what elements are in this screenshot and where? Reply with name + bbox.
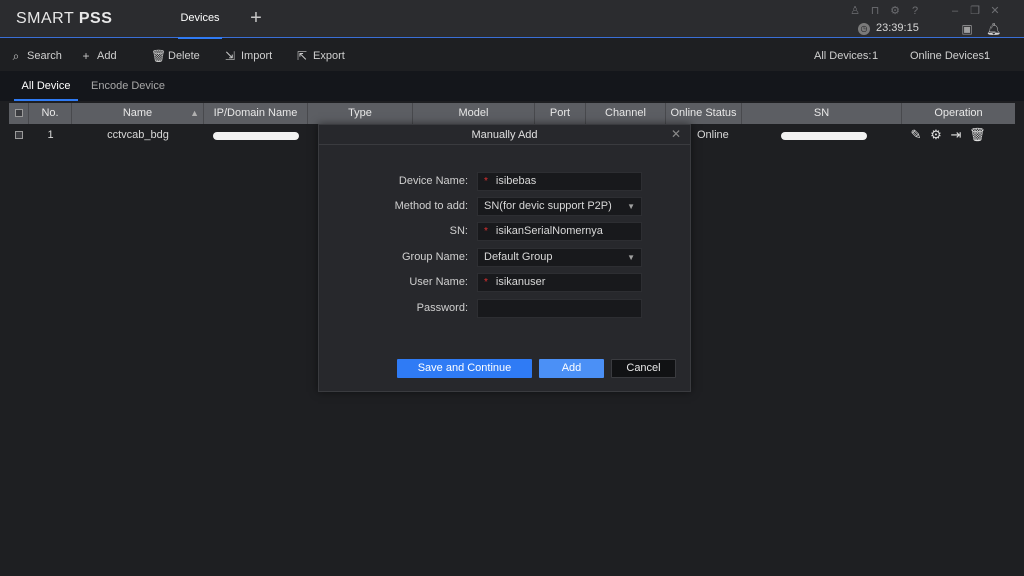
add-button[interactable]: + Add: [80, 48, 116, 64]
password-field[interactable]: [477, 299, 642, 318]
toolbar: ⌕ Search + Add 🗑︎ Delete ⇲ Import ⇱ Expo…: [0, 39, 1024, 71]
bell-icon[interactable]: 🔔︎: [986, 22, 1001, 36]
gear-icon[interactable]: ⚙: [929, 128, 943, 142]
header-select-all[interactable]: [9, 103, 29, 124]
row-no: 1: [47, 129, 54, 141]
add-tab-icon[interactable]: +: [246, 8, 266, 29]
search-button[interactable]: ⌕ Search: [10, 48, 62, 64]
row-status: Online: [697, 129, 729, 141]
header-sn[interactable]: SN: [742, 103, 902, 124]
redacted-ip: [213, 132, 299, 140]
header-model[interactable]: Model: [413, 103, 535, 124]
export-icon: ⇱: [296, 49, 308, 63]
chevron-down-icon: ▼: [627, 202, 635, 211]
app-logo: SMART PSS: [16, 10, 113, 27]
required-mark: *: [484, 277, 488, 288]
import-icon: ⇲: [224, 49, 236, 63]
password-label: Password:: [416, 302, 468, 314]
import-button[interactable]: ⇲ Import: [224, 48, 272, 64]
chip-icon[interactable]: ▣: [960, 22, 974, 36]
device-name-field[interactable]: * isibebas: [477, 172, 642, 191]
plus-icon: +: [82, 49, 90, 63]
online-devices-count: 1: [984, 50, 991, 62]
header-ip[interactable]: IP/Domain Name: [204, 103, 308, 124]
select-all-checkbox[interactable]: [15, 109, 23, 117]
redacted-sn: [781, 132, 867, 140]
settings-icon[interactable]: ⚙: [888, 4, 902, 18]
dialog-title: Manually Add: [319, 125, 690, 145]
sn-label: SN:: [449, 225, 468, 237]
method-row: Method to add: SN(for devic support P2P)…: [319, 197, 690, 216]
tab-devices[interactable]: Devices: [170, 0, 230, 39]
header-port[interactable]: Port: [535, 103, 586, 124]
method-select[interactable]: SN(for devic support P2P) ▼: [477, 197, 642, 216]
lock-icon[interactable]: ⊓: [868, 4, 882, 18]
clock-icon: ◷: [858, 23, 870, 35]
help-icon[interactable]: ?: [908, 4, 922, 18]
group-label: Group Name:: [401, 251, 468, 263]
add-button[interactable]: Add: [539, 359, 604, 378]
header-status[interactable]: Online Status: [666, 103, 742, 124]
close-icon[interactable]: ✕: [988, 4, 1002, 18]
tab-all-device[interactable]: All Device: [14, 71, 78, 101]
edit-icon[interactable]: ✎: [909, 128, 923, 142]
clock-time: 23:39:15: [876, 22, 919, 34]
tab-encode-device[interactable]: Encode Device: [91, 71, 165, 101]
logout-icon[interactable]: ⇥: [949, 128, 963, 142]
row-checkbox[interactable]: [15, 131, 23, 139]
password-row: Password:: [319, 299, 690, 318]
group-row: Group Name: Default Group ▼: [319, 248, 690, 267]
header-name[interactable]: Name ▲: [72, 103, 204, 124]
sn-row: SN: * isikanSerialNomernya: [319, 222, 690, 241]
user-label: User Name:: [409, 276, 468, 288]
group-select[interactable]: Default Group ▼: [477, 248, 642, 267]
method-label: Method to add:: [394, 200, 468, 212]
header-type[interactable]: Type: [308, 103, 413, 124]
chevron-down-icon: ▼: [627, 253, 635, 262]
required-mark: *: [484, 226, 488, 237]
close-icon[interactable]: ✕: [670, 128, 682, 140]
manually-add-dialog: Manually Add ✕ Device Name: * isibebas Me…: [318, 124, 691, 392]
trash-icon[interactable]: 🗑︎: [969, 128, 986, 142]
cancel-button[interactable]: Cancel: [611, 359, 676, 378]
user-row: User Name: * isikanuser: [319, 273, 690, 292]
restore-icon[interactable]: ❐: [968, 4, 982, 18]
trash-icon: 🗑︎: [151, 49, 167, 63]
device-name-row: Device Name: * isibebas: [319, 172, 690, 191]
header-operation: Operation: [934, 107, 983, 119]
header-no[interactable]: No.: [29, 103, 72, 124]
table-header: No. Name ▲ IP/Domain Name Type Model Por…: [9, 103, 1015, 140]
user-icon[interactable]: ♙: [848, 4, 862, 18]
all-devices-count: 1: [872, 50, 879, 62]
device-tabs: All Device Encode Device: [0, 71, 1024, 101]
user-field[interactable]: * isikanuser: [477, 273, 642, 292]
required-mark: *: [484, 176, 488, 187]
save-and-continue-button[interactable]: Save and Continue: [397, 359, 532, 378]
header-channel[interactable]: Channel Number: [586, 103, 666, 140]
delete-button[interactable]: 🗑︎ Delete: [151, 48, 200, 64]
sort-asc-icon: ▲: [190, 108, 199, 118]
row-name: cctvcab_bdg: [107, 129, 169, 141]
online-devices-label: Online Devices:: [910, 50, 988, 62]
minimize-icon[interactable]: –: [948, 4, 962, 18]
all-devices-label: All Devices:: [814, 50, 872, 62]
search-icon: ⌕: [12, 48, 20, 63]
sn-field[interactable]: * isikanSerialNomernya: [477, 222, 642, 241]
system-icons: ♙ ⊓ ⚙ ? – ❐ ✕: [848, 4, 1008, 18]
export-button[interactable]: ⇱ Export: [296, 48, 345, 64]
device-name-label: Device Name:: [398, 175, 468, 187]
title-bar: SMART PSS Devices + ♙ ⊓ ⚙ ? – ❐ ✕ ◷ 23:3…: [0, 0, 1024, 39]
